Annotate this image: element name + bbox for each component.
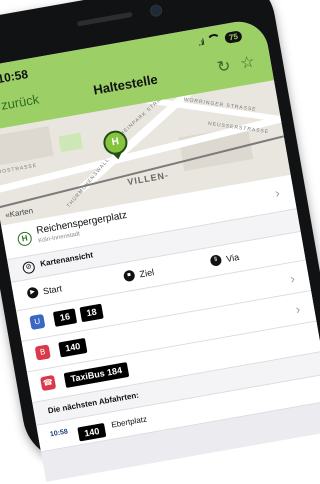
header-actions: ↻ ☆ (215, 51, 256, 77)
status-icons: ..ıl 75 (197, 29, 243, 49)
compass-icon: ⊘ (21, 260, 36, 275)
via-button[interactable]: Ⅱ Via (209, 251, 240, 267)
phone-frame: 10:58 ..ıl 75 ‹ zurück Haltestelle ↻ ☆ (0, 0, 320, 482)
detail-list: H Reichenspergerplatz Köln-Innenstadt › … (1, 174, 320, 453)
tram-icon: U (29, 313, 46, 331)
line-badge: 16 (52, 308, 78, 327)
start-label: Start (42, 282, 63, 296)
line-badge: 18 (79, 303, 104, 323)
map-park (58, 132, 83, 153)
play-icon: ▶ (26, 286, 40, 300)
stop-square-icon: ■ (122, 269, 136, 283)
maps-link[interactable]: «Karten (5, 206, 34, 220)
battery-icon: 75 (224, 29, 243, 44)
signal-icon: ..ıl (197, 36, 205, 48)
line-badges: 140 (58, 337, 88, 358)
departure-destination: Ebertplatz (110, 414, 148, 430)
destination-button[interactable]: ■ Ziel (122, 266, 155, 283)
camera (149, 3, 164, 18)
status-time: 10:58 (0, 66, 30, 87)
pause-icon: Ⅱ (209, 254, 223, 267)
map-view-label: Kartenansicht (39, 250, 94, 269)
phone-icon: ☎ (40, 374, 57, 392)
app-screen: 10:58 ..ıl 75 ‹ zurück Haltestelle ↻ ☆ (0, 17, 320, 482)
bus-icon: B (34, 344, 51, 361)
line-badge: TaxiBus 184 (63, 362, 130, 388)
street-label: ROSTRASSE (0, 162, 38, 176)
speaker (76, 11, 133, 27)
chevron-right-icon: › (289, 270, 296, 287)
stop-icon: H (16, 230, 33, 248)
line-badges: 16 18 (52, 303, 104, 327)
wifi-icon (206, 32, 223, 48)
refresh-icon[interactable]: ↻ (215, 56, 232, 78)
chevron-right-icon: › (273, 185, 281, 201)
line-badge: 140 (77, 422, 107, 442)
departure-time: 10:58 (49, 428, 69, 439)
map-block (0, 126, 54, 167)
line-badge: 140 (58, 337, 88, 358)
via-label: Via (225, 251, 240, 264)
line-badges: TaxiBus 184 (63, 362, 130, 388)
chevron-right-icon: › (294, 301, 302, 317)
departure-line: 140 (77, 420, 107, 442)
destination-label: Ziel (138, 266, 155, 279)
start-button[interactable]: ▶ Start (26, 282, 63, 300)
